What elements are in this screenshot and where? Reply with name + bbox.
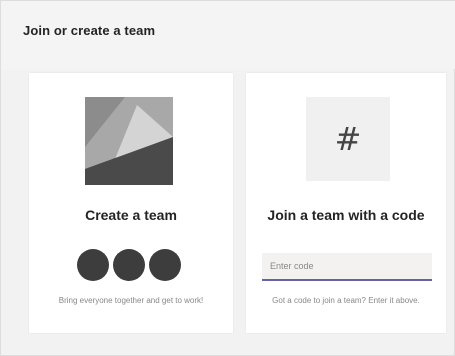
join-or-create-team-panel: Join or create a team Create a team Brin…	[0, 0, 455, 356]
team-code-input[interactable]	[262, 253, 432, 281]
header: Join or create a team	[1, 1, 455, 69]
hash-icon: #	[334, 120, 362, 158]
join-team-title: Join a team with a code	[267, 207, 425, 223]
join-team-description: Got a code to join a team? Enter it abov…	[272, 296, 420, 305]
join-team-card: # Join a team with a code Got a code to …	[246, 73, 446, 333]
avatar	[113, 249, 145, 281]
create-team-description: Bring everyone together and get to work!	[58, 296, 204, 305]
avatar	[149, 249, 181, 281]
avatar	[77, 249, 109, 281]
create-team-card[interactable]: Create a team Bring everyone together an…	[29, 73, 233, 333]
page-title: Join or create a team	[23, 23, 156, 38]
create-team-title: Create a team	[85, 207, 177, 223]
avatar-group	[77, 249, 189, 285]
hash-tile: #	[306, 97, 390, 181]
team-image-icon	[85, 97, 173, 185]
